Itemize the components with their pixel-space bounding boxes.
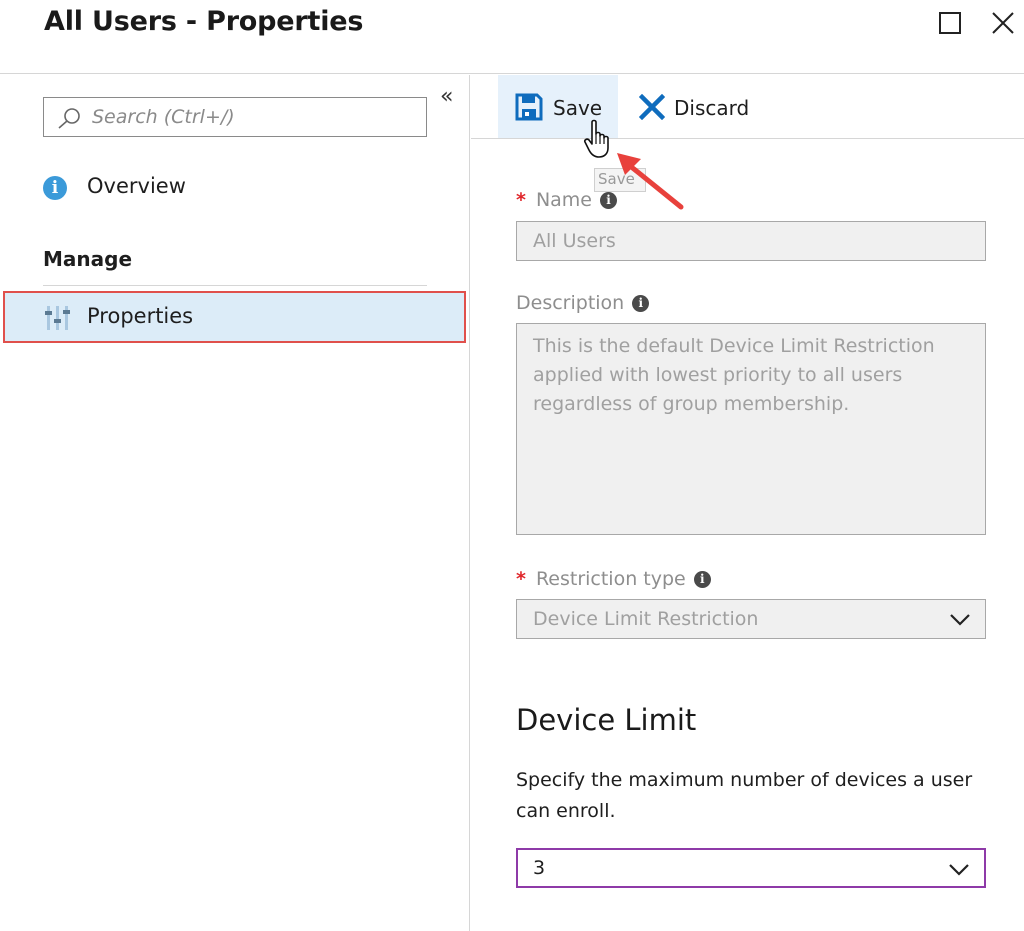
square-icon [939, 12, 961, 34]
close-button[interactable] [990, 10, 1016, 36]
discard-button[interactable]: Discard [631, 75, 761, 138]
restriction-type-select[interactable]: Device Limit Restriction [516, 599, 986, 639]
page-title: All Users - Properties [44, 6, 364, 37]
name-field[interactable]: All Users [516, 221, 986, 261]
close-icon [992, 12, 1014, 34]
device-limit-select[interactable]: 3 [516, 848, 986, 888]
command-bar: Save Discard [471, 75, 1024, 139]
section-header-manage: Manage [43, 247, 133, 271]
blade-header: All Users - Properties [0, 0, 1024, 74]
discard-x-icon [639, 94, 665, 120]
search-icon [58, 108, 80, 129]
sidebar-item-label: Properties [87, 304, 194, 328]
collapse-menu-button[interactable]: « [440, 85, 453, 109]
section-divider [43, 285, 427, 286]
properties-sliders-icon [45, 306, 70, 330]
device-limit-description: Specify the maximum number of devices a … [516, 769, 973, 822]
info-icon: i [43, 176, 67, 200]
sidebar-item-label: Overview [87, 174, 186, 198]
device-limit-heading: Device Limit [516, 703, 697, 737]
menu-search[interactable] [43, 97, 427, 137]
restriction-type-value: Device Limit Restriction [533, 608, 759, 630]
description-field[interactable]: This is the default Device Limit Restric… [516, 323, 986, 535]
description-label-text: Description [516, 292, 625, 314]
search-input[interactable] [92, 104, 412, 130]
discard-label: Discard [674, 96, 750, 120]
maximize-button[interactable] [938, 10, 964, 36]
required-marker: * [516, 568, 526, 590]
name-label-text: Name [535, 189, 592, 211]
restriction-type-label: * Restriction type i [516, 568, 711, 590]
info-icon[interactable]: i [693, 571, 711, 588]
device-limit-value: 3 [533, 857, 546, 879]
name-label: * Name i [516, 189, 617, 211]
info-icon[interactable]: i [632, 295, 650, 312]
required-marker: * [516, 189, 526, 211]
info-icon[interactable]: i [600, 192, 617, 209]
hand-cursor-icon [584, 119, 609, 158]
chevron-down-icon [949, 864, 969, 876]
sidebar-item-properties[interactable]: Properties [3, 291, 466, 343]
properties-pane: Save Discard Save * Name i All Users Descr… [471, 75, 1024, 931]
save-label: Save [553, 96, 603, 120]
sidebar-item-overview[interactable]: i Overview [43, 173, 427, 207]
annotation-arrow-icon [617, 153, 684, 210]
save-icon [515, 93, 543, 121]
restriction-type-label-text: Restriction type [535, 568, 686, 590]
blade-menu: « i Overview Manage Properties [0, 75, 470, 931]
chevron-down-icon [950, 614, 970, 626]
description-label: Description i [516, 292, 650, 314]
